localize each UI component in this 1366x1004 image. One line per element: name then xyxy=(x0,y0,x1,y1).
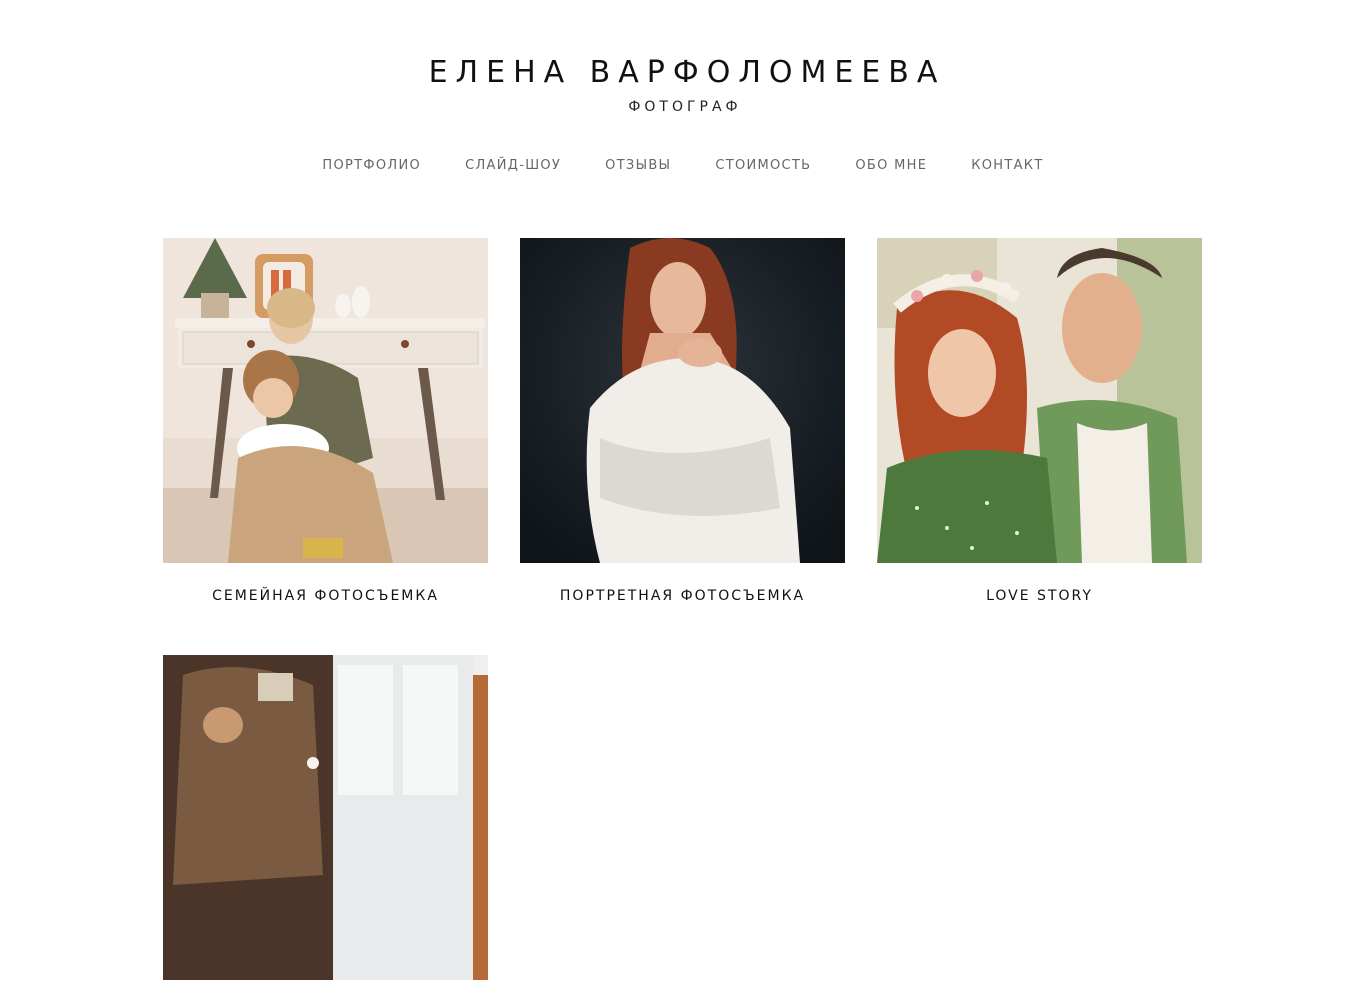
gallery-image-portrait[interactable] xyxy=(520,238,845,563)
gallery-image-family[interactable] xyxy=(163,238,488,563)
gallery-image-4[interactable] xyxy=(163,655,488,980)
site-subtitle: ФОТОГРАФ xyxy=(628,99,742,115)
main-nav: ПОРТФОЛИО СЛАЙД-ШОУ ОТЗЫВЫ СТОИМОСТЬ ОБО… xyxy=(0,158,1366,174)
gallery-card-family[interactable]: СЕМЕЙНАЯ ФОТОСЪЕМКА xyxy=(163,238,488,605)
gallery-card-portrait[interactable]: ПОРТРЕТНАЯ ФОТОСЪЕМКА xyxy=(520,238,845,605)
nav-item-pricing[interactable]: СТОИМОСТЬ xyxy=(715,158,811,174)
gallery-caption-love-story[interactable]: LOVE STORY xyxy=(877,587,1202,605)
gallery-caption-portrait[interactable]: ПОРТРЕТНАЯ ФОТОСЪЕМКА xyxy=(520,587,845,605)
nav-item-reviews[interactable]: ОТЗЫВЫ xyxy=(605,158,671,174)
gallery-image-love-story[interactable] xyxy=(877,238,1202,563)
gallery-card-4[interactable] xyxy=(163,655,488,1004)
gallery-card-love-story[interactable]: LOVE STORY xyxy=(877,238,1202,605)
gallery-caption-family[interactable]: СЕМЕЙНАЯ ФОТОСЪЕМКА xyxy=(163,587,488,605)
nav-item-slideshow[interactable]: СЛАЙД-ШОУ xyxy=(465,158,561,174)
site-title[interactable]: ЕЛЕНА ВАРФОЛОМЕЕВА xyxy=(0,56,1366,90)
nav-item-about[interactable]: ОБО МНЕ xyxy=(855,158,927,174)
site-header: ЕЛЕНА ВАРФОЛОМЕЕВА ФОТОГРАФ ПОРТФОЛИО СЛ… xyxy=(0,0,1366,174)
nav-item-contact[interactable]: КОНТАКТ xyxy=(971,158,1043,174)
nav-item-portfolio[interactable]: ПОРТФОЛИО xyxy=(322,158,421,174)
